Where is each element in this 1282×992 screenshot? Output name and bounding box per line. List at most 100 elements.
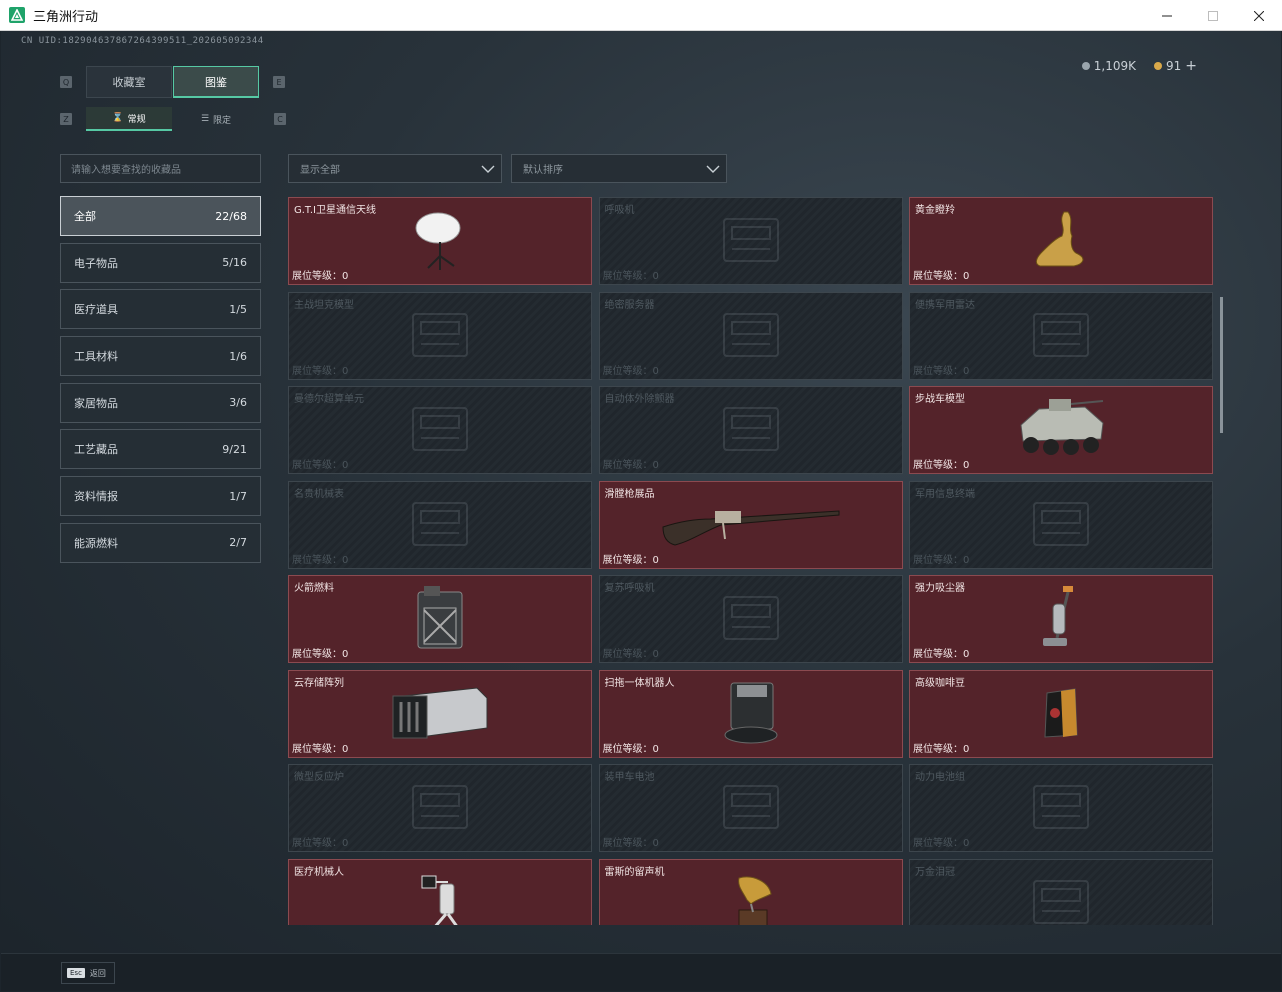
level-value: 0 [342, 365, 349, 377]
search-input[interactable]: 请输入想要查找的收藏品 [60, 154, 261, 183]
collection-card-level: 展位等级：0 [603, 834, 659, 849]
category-count: 5/16 [222, 256, 247, 270]
close-button[interactable] [1236, 0, 1282, 31]
add-currency-button[interactable]: + [1185, 58, 1197, 74]
minimize-button[interactable] [1144, 0, 1190, 31]
collection-card[interactable]: 名贵机械表 展位等级：0 [288, 480, 592, 569]
collection-card[interactable]: 火箭燃料 展位等级：0 [288, 575, 592, 663]
show-filter-dropdown[interactable]: 显示全部 [288, 154, 502, 183]
collection-card-level: 展位等级：0 [603, 551, 659, 566]
level-value: 0 [652, 554, 659, 566]
collection-card-name: 曼德尔超算单元 [294, 394, 364, 405]
esc-key-hint: Esc [67, 968, 85, 978]
gold-currency: 91 + [1153, 58, 1197, 74]
window-title: 三角洲行动 [33, 9, 99, 25]
collection-card-name: 高级咖啡豆 [915, 677, 965, 689]
collection-card-level: 展位等级：0 [913, 740, 969, 755]
category-list: 全部 22/68 电子物品 5/16 医疗道具 1/5 工具材料 1/6 家居物品 3/6… [60, 196, 261, 570]
collection-card[interactable]: 强力吸尘器 展位等级：0 [909, 575, 1213, 663]
collection-card[interactable]: 军用信息终端 展位等级：0 [909, 480, 1213, 569]
collection-card-name: 便携军用雷达 [915, 299, 975, 311]
collection-card-level: 展位等级：0 [292, 267, 348, 282]
collection-card[interactable]: 动力电池组展位等级：0 [909, 764, 1213, 852]
defibrillator-icon [716, 398, 786, 462]
category-count: 1/5 [229, 302, 247, 316]
collection-card[interactable]: 主战坦克模型 展位等级：0 [288, 291, 592, 380]
collection-card[interactable]: 便携军用雷达 展位等级：0 [909, 291, 1213, 380]
level-label: 展位等级： [913, 554, 963, 566]
tab-catalog[interactable]: 图鉴 [173, 66, 259, 98]
level-value: 0 [963, 554, 970, 566]
satellite-dish-icon [410, 206, 470, 276]
crown-icon [1026, 871, 1096, 926]
collection-card[interactable]: 微型反应炉 展位等级：0 [288, 764, 592, 852]
category-household[interactable]: 家居物品 3/6 [60, 382, 261, 423]
battery-pack-icon [1026, 776, 1096, 840]
level-label: 展位等级： [913, 838, 963, 849]
back-button[interactable]: Esc 返回 [61, 962, 115, 984]
show-filter-value: 显示全部 [300, 165, 340, 176]
category-medical[interactable]: 医疗道具 1/5 [60, 289, 261, 330]
sort-value: 默认排序 [523, 165, 563, 176]
category-all[interactable]: 全部 22/68 [60, 196, 261, 236]
maximize-button[interactable] [1190, 0, 1236, 31]
chevron-down-icon [704, 160, 722, 178]
tab-limited[interactable]: ☰ 限定 [173, 107, 259, 131]
category-intel[interactable]: 资料情报 1/7 [60, 476, 261, 517]
hourglass-icon: ⌛ [112, 113, 124, 123]
collection-card[interactable]: G.T.I卫星通信天线 展位等级：0 [288, 197, 592, 285]
collection-card[interactable]: 呼吸机 展位等级：0 [598, 197, 903, 285]
category-tools[interactable]: 工具材料 1/6 [60, 336, 261, 377]
collection-card[interactable]: 扫拖一体机器人 展位等级：0 [598, 669, 903, 758]
collection-card-name: 云存储阵列 [294, 677, 344, 689]
level-value: 0 [963, 743, 970, 755]
grid-scrollbar[interactable] [1220, 297, 1223, 433]
collection-card-name: 医疗机械人 [294, 866, 344, 878]
collection-card-level: 展位等级：0 [913, 551, 969, 566]
category-label: 电子物品 [74, 256, 118, 270]
collection-card[interactable]: 装甲车电池 展位等级：0 [598, 764, 903, 852]
collection-card[interactable]: 雷斯的留声机展位等级：0 [598, 858, 903, 925]
collection-card-level: 展位等级：0 [913, 834, 969, 849]
golden-gazelle-icon [1028, 208, 1094, 274]
collection-card[interactable]: 复苏呼吸机 展位等级：0 [598, 575, 903, 663]
tab-collection-room[interactable]: 收藏室 [86, 66, 172, 98]
sort-dropdown[interactable]: 默认排序 [511, 154, 727, 183]
reactor-icon [405, 776, 475, 840]
category-crafts[interactable]: 工艺藏品 9/21 [60, 429, 261, 470]
level-label: 展位等级： [292, 743, 342, 755]
medical-robot-icon [418, 874, 462, 925]
collection-card[interactable]: 高级咖啡豆展位等级：0 [909, 669, 1213, 758]
collection-card-level: 展位等级：0 [913, 362, 969, 377]
collection-card[interactable]: 自动体外除颤器 展位等级：0 [598, 386, 903, 474]
collection-card-name: 动力电池组 [915, 772, 965, 783]
collection-card-level: 展位等级：0 [603, 362, 659, 377]
tab-regular[interactable]: ⌛ 常规 [86, 107, 172, 131]
collection-card[interactable]: 黄金瞪羚 展位等级：0 [909, 197, 1213, 285]
level-label: 展位等级： [602, 365, 653, 377]
category-energy[interactable]: 能源燃料 2/7 [60, 522, 261, 563]
terminal-icon [1026, 493, 1096, 557]
level-value: 0 [963, 649, 970, 660]
level-value: 0 [652, 365, 659, 377]
collection-card-name: 名贵机械表 [294, 488, 344, 500]
collection-card-name: 黄金瞪羚 [915, 205, 955, 216]
category-electronics[interactable]: 电子物品 5/16 [60, 242, 261, 283]
level-label: 展位等级： [913, 365, 963, 377]
collection-card[interactable]: 万金泪冠展位等级：0 [909, 858, 1213, 926]
collection-card[interactable]: 绝密服务器 展位等级：0 [598, 291, 903, 380]
level-label: 展位等级： [292, 838, 342, 849]
collection-card[interactable]: 医疗机械人展位等级：0 [288, 858, 592, 925]
storage-array-icon [391, 682, 489, 746]
collection-card-name: 雷斯的留声机 [604, 866, 665, 878]
collection-card-name: 自动体外除颤器 [604, 394, 675, 405]
limited-icon: ☰ [200, 114, 210, 124]
collection-card[interactable]: 滑膛枪展品 展位等级：0 [598, 480, 903, 569]
collection-card[interactable]: 云存储阵列 展位等级：0 [288, 669, 592, 758]
collection-card-level: 展位等级：0 [913, 456, 969, 471]
player-uid: CN UID:182904637867264399511_20260509234… [21, 36, 264, 46]
level-label: 展位等级： [913, 460, 963, 471]
collection-card[interactable]: 步战车模型 展位等级：0 [909, 386, 1213, 474]
collection-card[interactable]: 曼德尔超算单元 展位等级：0 [288, 386, 592, 474]
collection-card-name: 万金泪冠 [915, 866, 955, 878]
